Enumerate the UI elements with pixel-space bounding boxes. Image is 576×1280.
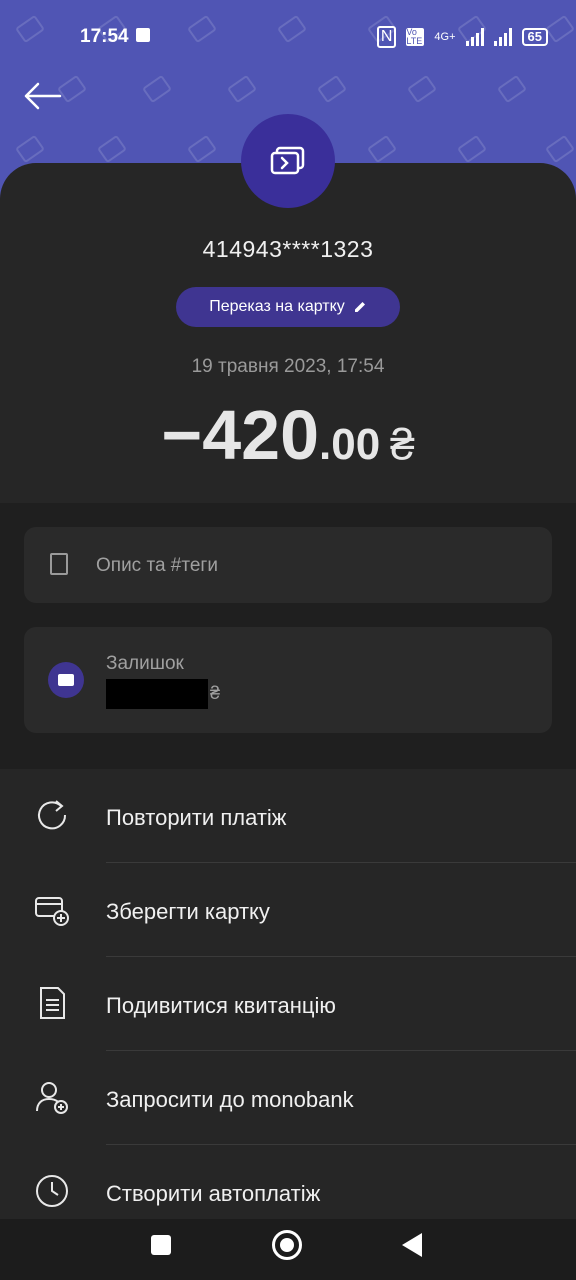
transfer-avatar xyxy=(241,114,335,208)
balance-value-redacted xyxy=(106,679,208,709)
action-invite[interactable]: Запросити до monobank xyxy=(0,1051,576,1145)
signal-icon xyxy=(465,28,484,46)
status-time: 17:54 xyxy=(80,26,129,47)
status-right: N Vo LTE 4G+ 65 xyxy=(376,26,548,48)
invite-user-icon xyxy=(36,1082,68,1114)
transaction-date: 19 травня 2023, 17:54 xyxy=(191,356,385,377)
signal-icon-2 xyxy=(493,28,512,46)
network-label: 4G+ xyxy=(434,31,456,43)
back-button[interactable] xyxy=(402,1233,422,1257)
system-nav-bar xyxy=(0,1210,576,1280)
amount-currency: ₴ xyxy=(390,420,415,469)
edit-pencil-icon xyxy=(354,302,365,312)
action-label: Створити автоплатіж xyxy=(106,1181,321,1206)
add-card-icon xyxy=(35,897,69,926)
description-field[interactable]: Опис та #теги xyxy=(24,527,552,603)
note-icon xyxy=(50,553,68,575)
back-arrow-icon[interactable] xyxy=(22,80,62,112)
action-label: Подивитися квитанцію xyxy=(106,993,336,1018)
balance-label: Залишок xyxy=(106,653,184,674)
home-button[interactable] xyxy=(272,1230,302,1260)
action-label: Повторити платіж xyxy=(106,805,287,830)
card-number: 414943****1323 xyxy=(202,236,374,262)
action-repeat-payment[interactable]: Повторити платіж xyxy=(0,769,576,863)
action-save-card[interactable]: Зберегти картку xyxy=(0,863,576,957)
action-label: Зберегти картку xyxy=(106,899,270,924)
amount-main: −420 xyxy=(161,396,319,474)
transfer-type-label: Переказ на картку xyxy=(209,298,345,315)
volte-icon: Vo LTE xyxy=(406,28,425,46)
amount-cents: .00 xyxy=(319,420,381,469)
battery-icon: 65 xyxy=(521,28,548,46)
actions-list: Повторити платіж Зберегти картку Подивит… xyxy=(0,769,576,1219)
transfer-type-chip[interactable]: Переказ на картку xyxy=(176,287,400,327)
wallet-icon xyxy=(48,662,84,698)
balance-card: Залишок ₴ xyxy=(24,627,552,733)
recents-button[interactable] xyxy=(151,1235,171,1255)
status-bar: 17:54 N Vo LTE 4G+ 65 xyxy=(0,22,576,52)
transaction-amount: −420.00 ₴ xyxy=(0,395,576,475)
nfc-icon: N xyxy=(376,26,397,48)
action-label: Запросити до monobank xyxy=(106,1087,354,1112)
clock-icon xyxy=(36,1175,68,1207)
receipt-icon xyxy=(40,987,65,1019)
notification-icon xyxy=(136,28,150,42)
action-view-receipt[interactable]: Подивитися квитанцію xyxy=(0,957,576,1051)
details-panel: Опис та #теги Залишок ₴ xyxy=(0,503,576,769)
repeat-icon xyxy=(38,800,67,830)
card-transfer-icon xyxy=(270,146,305,175)
description-placeholder: Опис та #теги xyxy=(96,555,218,576)
balance-currency: ₴ xyxy=(210,683,221,703)
